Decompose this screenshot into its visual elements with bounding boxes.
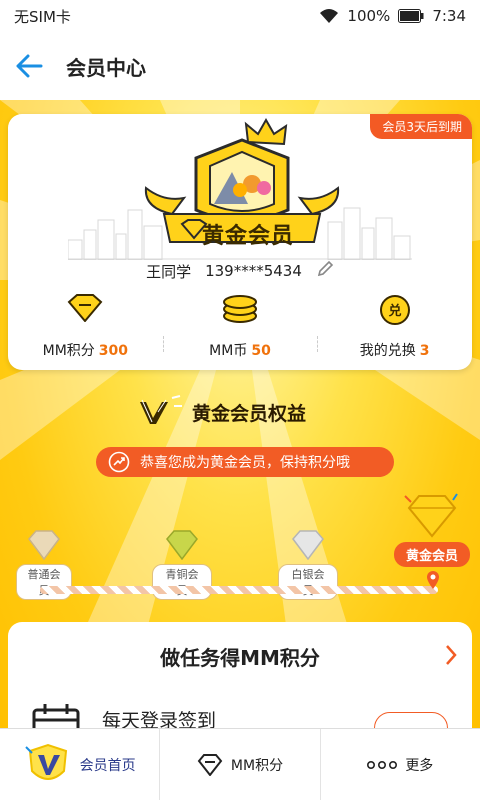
nav-label: MM积分 [230, 757, 284, 774]
v-badge-icon [140, 395, 182, 424]
stat-value: 50 [251, 343, 271, 359]
level-label: 白银会员 [278, 564, 338, 600]
stat-value: 3 [419, 343, 430, 359]
user-name: 王同学 [146, 262, 192, 281]
user-info-row: 王同学 139****5434 [8, 260, 472, 282]
congrats-text: 恭喜您成为黄金会员，保持积分哦 [140, 455, 350, 471]
app-header: 会员中心 [0, 32, 480, 100]
rights-title-text: 黄金会员权益 [192, 402, 307, 425]
svg-text:兑: 兑 [388, 303, 401, 319]
member-card: 会员3天后到期 黄金会员 王同学 139****5434 MM积分 300 MM… [8, 114, 472, 370]
level-gold-current: 黄金会员 [390, 492, 474, 567]
stat-mm-points[interactable]: MM积分 300 [8, 294, 163, 360]
stat-mm-coins[interactable]: MM币 50 [162, 294, 318, 360]
diamond-silver-icon [292, 530, 324, 561]
nav-label: 更多 [405, 757, 434, 774]
diamond-beige-icon [28, 530, 60, 561]
stat-my-exchange[interactable]: 兑 我的兑换 3 [317, 294, 472, 360]
tasks-title: 做任务得MM积分 [160, 646, 320, 670]
coin-stack-icon [223, 295, 257, 323]
status-bar: 无SIM卡 100% 7:34 [0, 0, 480, 32]
status-indicators: 100% 7:34 [319, 7, 466, 25]
nav-mm-points[interactable]: MM积分 [159, 729, 319, 800]
battery-percent: 100% [347, 7, 391, 25]
level-progress-track [40, 586, 438, 594]
more-dots-icon [367, 760, 398, 769]
exchange-coin-icon: 兑 [379, 295, 410, 325]
user-phone: 139****5434 [205, 262, 302, 280]
page-title: 会员中心 [66, 55, 146, 80]
diamond-green-icon [166, 530, 198, 561]
nav-member-home[interactable]: 会员首页 [0, 729, 159, 800]
diamond-icon [67, 294, 103, 322]
congrats-banner: 恭喜您成为黄金会员，保持积分哦 [96, 447, 394, 477]
stat-label: 我的兑换 [359, 343, 416, 359]
carrier-text: 无SIM卡 [14, 7, 71, 26]
location-pin-icon [427, 571, 439, 589]
back-arrow-icon[interactable] [14, 51, 44, 81]
member-stats: MM积分 300 MM币 50 兑 我的兑换 3 [8, 294, 472, 360]
stat-label: MM积分 [42, 343, 95, 359]
edit-pencil-icon[interactable] [316, 260, 334, 282]
clock: 7:34 [432, 7, 466, 25]
rights-title: 黄金会员权益 [136, 394, 306, 430]
nav-label: 会员首页 [79, 757, 136, 774]
wifi-icon [319, 8, 339, 24]
chevron-right-icon[interactable] [444, 644, 458, 666]
nav-more[interactable]: 更多 [319, 729, 480, 800]
tasks-card: 做任务得MM积分 每天登录签到 [8, 622, 472, 746]
member-level-title: 黄金会员 [202, 224, 295, 249]
level-label: 普通会员 [16, 564, 72, 600]
level-label: 黄金会员 [393, 542, 470, 567]
expiry-badge: 会员3天后到期 [370, 114, 472, 139]
stat-label: MM币 [209, 343, 248, 359]
trend-up-icon [108, 451, 130, 473]
level-label: 青铜会员 [152, 564, 212, 600]
diamond-outline-icon [197, 753, 223, 776]
bottom-nav: 会员首页 MM积分 更多 [0, 728, 480, 800]
battery-icon [398, 9, 424, 23]
v-shield-icon [24, 743, 67, 780]
stat-value: 300 [98, 343, 129, 359]
diamond-gold-icon [404, 493, 458, 538]
